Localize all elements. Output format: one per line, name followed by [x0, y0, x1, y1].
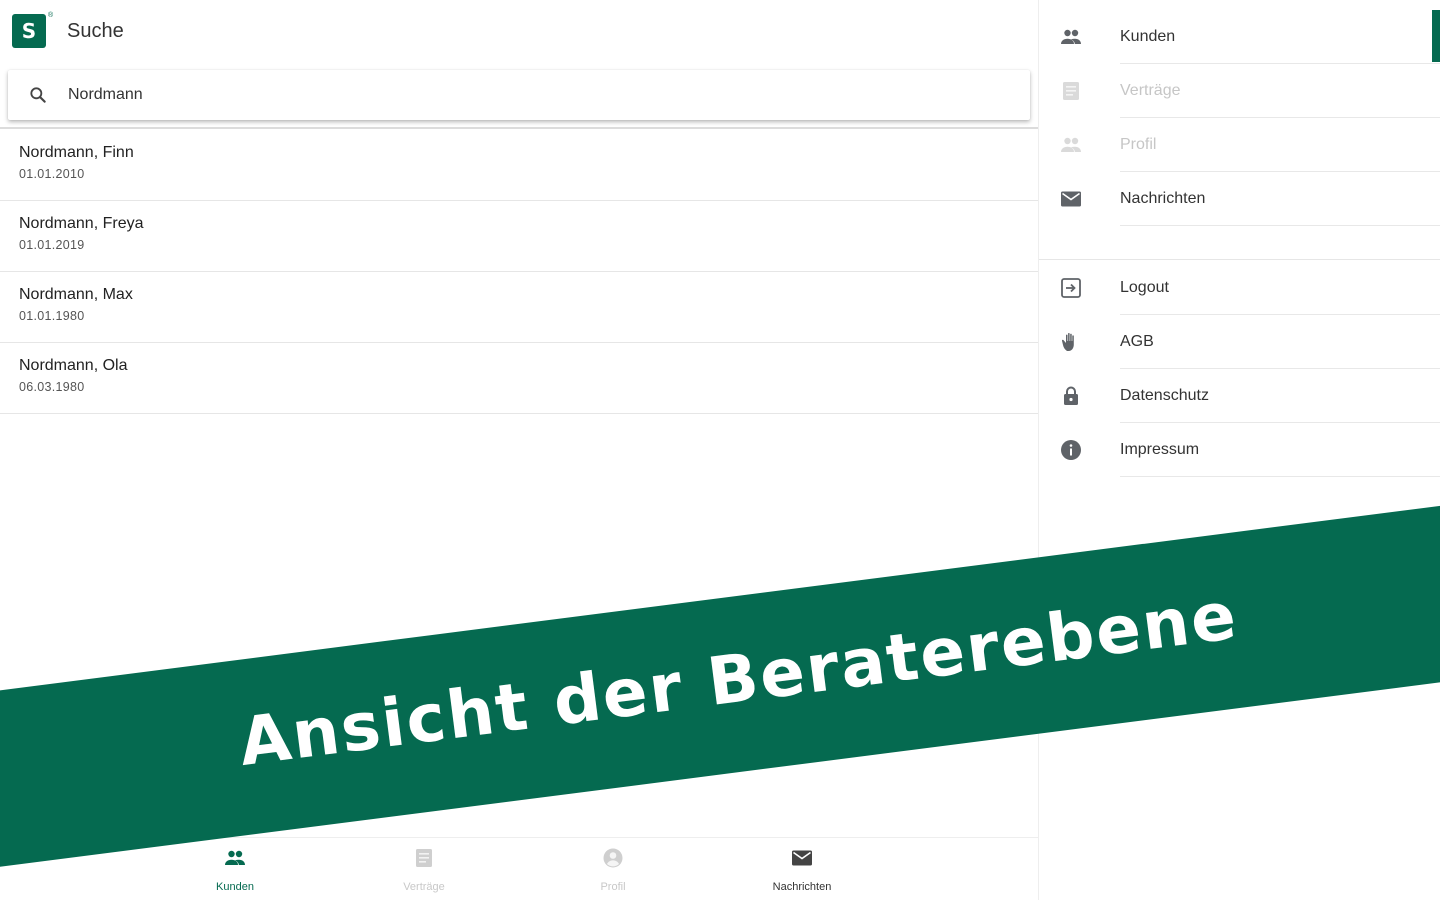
- logo-mark: S: [21, 19, 37, 43]
- drawer-item-label: Logout: [1120, 279, 1169, 296]
- drawer-item-label: Kunden: [1120, 28, 1176, 45]
- document-icon: [412, 846, 436, 875]
- app-logo[interactable]: S: [12, 14, 46, 48]
- customer-birthdate: 01.01.1980: [19, 309, 85, 323]
- list-item[interactable]: Nordmann, Finn 01.01.2010: [0, 130, 1038, 201]
- info-icon: [1059, 438, 1083, 462]
- bottom-nav-kunden[interactable]: Kunden: [175, 846, 295, 896]
- drawer-item-agb[interactable]: AGB: [1039, 315, 1440, 369]
- bottom-nav-vertraege[interactable]: Verträge: [364, 846, 484, 896]
- search-input[interactable]: [68, 80, 1008, 110]
- list-item[interactable]: Nordmann, Max 01.01.1980: [0, 272, 1038, 343]
- drawer-item-divider: [1120, 225, 1440, 226]
- bottom-nav-profil[interactable]: Profil: [553, 846, 673, 896]
- bottom-nav-nachrichten[interactable]: Nachrichten: [742, 846, 862, 896]
- drawer-item-profil[interactable]: Profil: [1039, 118, 1440, 172]
- drawer-item-vertraege[interactable]: Verträge: [1039, 64, 1440, 118]
- bottom-nav-label: Profil: [600, 881, 626, 893]
- customer-birthdate: 06.03.1980: [19, 380, 85, 394]
- drawer-item-datenschutz[interactable]: Datenschutz: [1039, 369, 1440, 423]
- drawer-item-label: AGB: [1120, 333, 1154, 350]
- list-item[interactable]: Nordmann, Freya 01.01.2019: [0, 201, 1038, 272]
- customer-name: Nordmann, Freya: [19, 215, 144, 232]
- drawer-item-label: Impressum: [1120, 441, 1200, 458]
- logo-registered-mark: ®: [48, 12, 54, 19]
- drawer-item-logout[interactable]: Logout: [1039, 261, 1440, 315]
- drawer-item-divider: [1120, 476, 1440, 477]
- account-circle-icon: [601, 846, 625, 875]
- drawer-item-label: Nachrichten: [1120, 190, 1206, 207]
- lock-icon: [1059, 384, 1083, 408]
- search-bar[interactable]: [8, 70, 1030, 120]
- drawer-item-kunden[interactable]: Kunden: [1039, 10, 1440, 64]
- customer-birthdate: 01.01.2019: [19, 238, 85, 252]
- drawer-item-label: Verträge: [1120, 82, 1181, 99]
- drawer-item-label: Profil: [1120, 136, 1157, 153]
- drawer-item-impressum[interactable]: Impressum: [1039, 423, 1440, 477]
- mail-icon: [1059, 187, 1083, 211]
- top-bar: S ® Suche: [0, 0, 1038, 64]
- page-title: Suche: [67, 20, 124, 42]
- customer-result-list: Nordmann, Finn 01.01.2010 Nordmann, Frey…: [0, 130, 1038, 414]
- drawer-item-label: Datenschutz: [1120, 387, 1209, 404]
- drawer-section-divider: [1039, 259, 1440, 260]
- active-indicator: [1432, 10, 1440, 62]
- bottom-nav-label: Nachrichten: [772, 881, 832, 893]
- drawer-item-nachrichten[interactable]: Nachrichten: [1039, 172, 1440, 226]
- mail-icon: [790, 846, 814, 875]
- customer-name: Nordmann, Finn: [19, 144, 134, 161]
- people-icon: [223, 846, 247, 875]
- bottom-nav-label: Verträge: [403, 881, 445, 893]
- customer-name: Nordmann, Ola: [19, 357, 128, 374]
- search-divider: [0, 127, 1038, 129]
- navigation-drawer: Kunden Verträge Profil Nachrichten Logou…: [1038, 0, 1440, 900]
- customer-name: Nordmann, Max: [19, 286, 133, 303]
- list-item[interactable]: Nordmann, Ola 06.03.1980: [0, 343, 1038, 414]
- customer-birthdate: 01.01.2010: [19, 167, 85, 181]
- logout-icon: [1059, 276, 1083, 300]
- people-icon: [1059, 133, 1083, 157]
- search-icon[interactable]: [28, 85, 48, 105]
- bottom-nav-label: Kunden: [216, 881, 254, 893]
- document-icon: [1059, 79, 1083, 103]
- hand-icon: [1059, 330, 1083, 354]
- people-icon: [1059, 25, 1083, 49]
